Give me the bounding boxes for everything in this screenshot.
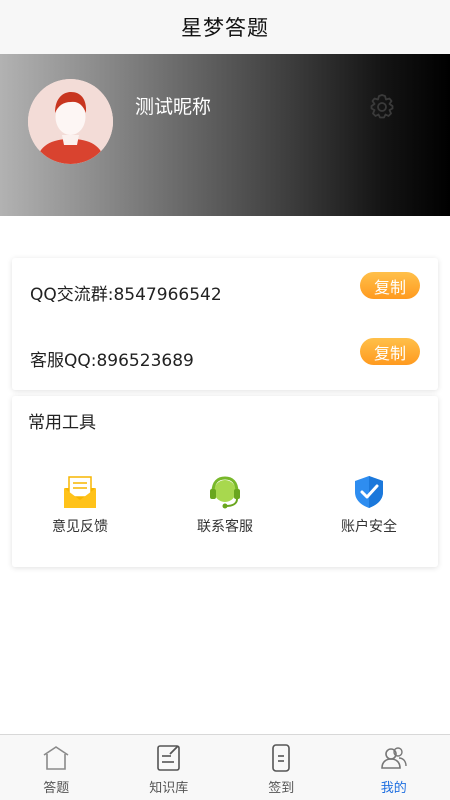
tab-mine-label: 我的 bbox=[380, 781, 407, 796]
tab-checkin[interactable]: 签到 bbox=[225, 735, 338, 800]
qq-group-label: QQ交流群:8547966542 bbox=[30, 284, 222, 305]
tool-customer-service-label: 联系客服 bbox=[197, 519, 253, 535]
page-title: 星梦答题 bbox=[181, 16, 269, 40]
contacts-card: QQ交流群:8547966542 复制 客服QQ:896523689 复制 bbox=[12, 258, 438, 390]
tab-knowledge-label: 知识库 bbox=[149, 781, 189, 796]
tool-account-security-label: 账户安全 bbox=[341, 519, 397, 535]
tab-checkin-label: 签到 bbox=[268, 781, 295, 796]
title-bar: 星梦答题 bbox=[0, 0, 450, 54]
tool-customer-service[interactable]: 联系客服 bbox=[165, 474, 285, 536]
tools-card: 常用工具 意见反馈 联系客服 账户安全 bbox=[12, 396, 438, 567]
tab-answer[interactable]: 答题 bbox=[0, 735, 113, 800]
feedback-envelope-icon bbox=[64, 476, 96, 508]
copy-service-qq-button[interactable]: 复制 bbox=[360, 338, 420, 365]
service-qq-row: 客服QQ:896523689 复制 bbox=[12, 338, 438, 378]
avatar[interactable] bbox=[28, 79, 113, 164]
headset-icon bbox=[210, 476, 240, 509]
tool-feedback-label: 意见反馈 bbox=[52, 519, 108, 535]
qq-group-row: QQ交流群:8547966542 复制 bbox=[12, 272, 438, 312]
copy-qq-group-button[interactable]: 复制 bbox=[360, 272, 420, 299]
checkin-phone-icon bbox=[272, 744, 291, 772]
notebook-pen-icon bbox=[156, 745, 180, 771]
profile-banner: 测试昵称 bbox=[0, 54, 450, 216]
tab-mine[interactable]: 我的 bbox=[338, 735, 450, 800]
tab-knowledge[interactable]: 知识库 bbox=[113, 735, 226, 800]
tools-section-title: 常用工具 bbox=[28, 413, 96, 433]
bottom-tab-bar: 答题 知识库 签到 我的 bbox=[0, 734, 450, 800]
settings-button[interactable] bbox=[367, 92, 397, 122]
user-avatar-icon bbox=[28, 79, 113, 164]
shield-check-icon bbox=[355, 476, 383, 508]
service-qq-label: 客服QQ:896523689 bbox=[30, 350, 194, 371]
nickname[interactable]: 测试昵称 bbox=[135, 92, 211, 119]
tool-account-security[interactable]: 账户安全 bbox=[309, 474, 429, 536]
people-icon bbox=[380, 747, 407, 769]
home-icon bbox=[43, 746, 69, 770]
tab-answer-label: 答题 bbox=[43, 781, 70, 796]
gear-icon bbox=[370, 94, 394, 119]
tool-feedback[interactable]: 意见反馈 bbox=[20, 474, 140, 536]
